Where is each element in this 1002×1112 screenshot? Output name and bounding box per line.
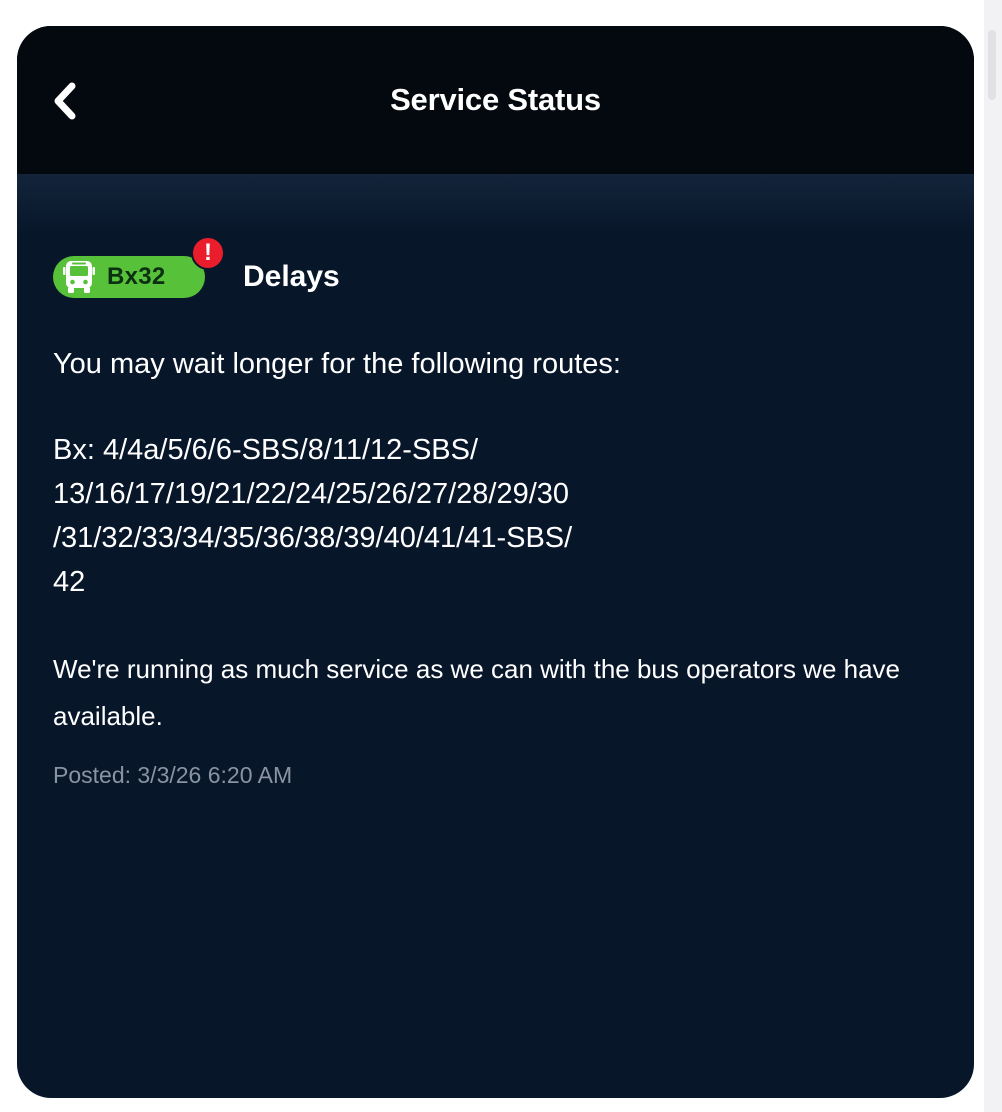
affected-routes-line: /31/32/33/34/35/36/38/39/40/41/41-SBS/ [53, 522, 573, 554]
alert-message: We're running as much service as we can … [53, 654, 901, 731]
route-label: Bx32 [107, 263, 166, 290]
service-status-card: Service Status Bx32 ! Delays You may wai… [17, 26, 974, 1098]
header-shadow [17, 174, 974, 234]
bus-icon [63, 261, 95, 293]
alert-lead-text: You may wait longer for the following ro… [53, 348, 621, 380]
scrollbar-thumb[interactable] [988, 30, 996, 100]
route-badge[interactable]: Bx32 ! [53, 236, 225, 298]
affected-routes: Bx: 4/4a/5/6/6-SBS/8/11/12-SBS/ 13/16/17… [53, 428, 933, 604]
scrollbar-track[interactable] [984, 0, 1002, 1112]
affected-routes-line: Bx: 4/4a/5/6/6-SBS/8/11/12-SBS/ [53, 434, 479, 466]
alert-status: Delays [243, 260, 340, 293]
exclamation-icon: ! [191, 236, 225, 270]
page-title: Service Status [390, 82, 601, 117]
affected-routes-line: 13/16/17/19/21/22/24/25/26/27/28/29/30 [53, 478, 570, 510]
affected-routes-line: 42 [53, 566, 86, 598]
alert-route-row: Bx32 ! Delays [53, 236, 340, 300]
header-bar: Service Status [17, 26, 974, 174]
posted-timestamp: Posted: 3/3/26 6:20 AM [53, 762, 293, 788]
